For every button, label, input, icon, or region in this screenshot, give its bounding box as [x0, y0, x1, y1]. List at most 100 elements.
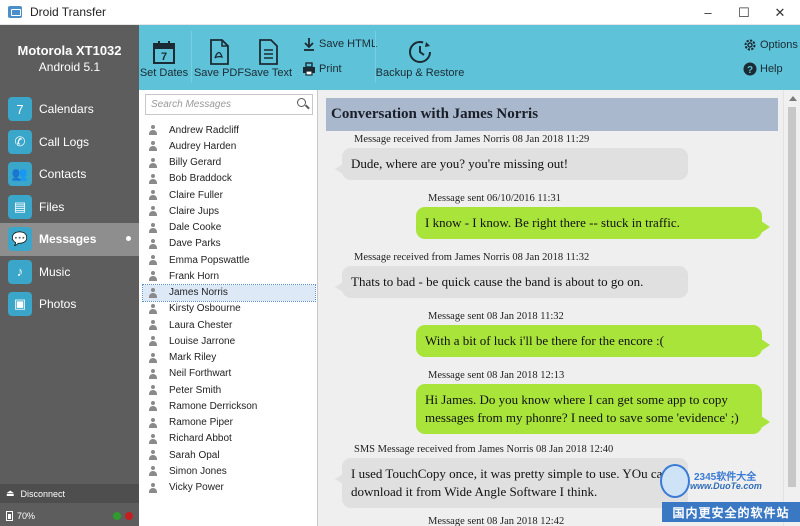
person-icon [149, 466, 157, 477]
contact-item[interactable]: Billy Gerard [143, 155, 315, 171]
contact-item[interactable]: Simon Jones [143, 463, 315, 479]
minimize-button[interactable]: – [690, 0, 726, 25]
help-button[interactable]: ? Help [743, 62, 783, 76]
person-icon [149, 336, 157, 347]
message-meta: Message sent 06/10/2016 11:31 [428, 193, 561, 204]
options-label: Options [760, 39, 798, 51]
contact-item[interactable]: Louise Jarrone [143, 333, 315, 349]
contact-item[interactable]: Ramone Piper [143, 415, 315, 431]
download-icon [302, 37, 316, 51]
contact-item[interactable]: Neil Forthwart [143, 366, 315, 382]
contact-item[interactable]: Sarah Opal [143, 447, 315, 463]
disconnect-button[interactable]: ⏏ Disconnect [0, 484, 139, 503]
sidebar-item-call-logs[interactable]: ✆ Call Logs [0, 126, 139, 159]
contact-name: Laura Chester [169, 319, 233, 331]
contact-item[interactable]: Andrew Radcliff [143, 122, 315, 138]
sidebar-item-messages[interactable]: 💬 Messages [0, 223, 139, 256]
save-html-button[interactable]: Save HTML [302, 37, 377, 51]
person-icon [149, 157, 157, 168]
scrollbar[interactable] [783, 90, 800, 526]
svg-text:?: ? [747, 65, 753, 76]
person-icon [149, 401, 157, 412]
contact-item[interactable]: Mark Riley [143, 350, 315, 366]
conversation-title: Conversation with James Norris [326, 98, 778, 131]
contact-name: Louise Jarrone [169, 335, 236, 347]
battery-label: 70% [17, 510, 36, 521]
battery-icon [6, 510, 13, 521]
toolbar-separator [191, 31, 192, 83]
window-title: Droid Transfer [30, 5, 107, 19]
backup-restore-button[interactable]: Backup & Restore [376, 25, 464, 90]
contact-item[interactable]: Claire Jups [143, 203, 315, 219]
red-status-dot [125, 512, 133, 520]
contact-name: Claire Jups [169, 205, 220, 217]
contact-item[interactable]: Richard Abbot [143, 431, 315, 447]
maximize-button[interactable]: ☐ [726, 0, 762, 25]
message-bubble-sent: I know - I know. Be right there -- stuck… [416, 207, 770, 239]
person-icon [149, 320, 157, 331]
sidebar-item-calendars[interactable]: 7 Calendars [0, 93, 139, 126]
options-button[interactable]: Options [743, 38, 798, 52]
message-bubble-received: I used TouchCopy once, it was pretty sim… [335, 458, 688, 508]
conversation-pane: Conversation with James Norris Message r… [318, 90, 800, 526]
contact-item[interactable]: Emma Popswattle [143, 252, 315, 268]
print-label: Print [319, 63, 342, 75]
sidebar-item-contacts[interactable]: 👥 Contacts [0, 158, 139, 191]
contact-name: Dave Parks [169, 238, 221, 250]
photo-icon: ▣ [8, 292, 32, 317]
sidebar-item-music[interactable]: ♪ Music [0, 256, 139, 289]
sidebar-item-photos[interactable]: ▣ Photos [0, 288, 139, 321]
contact-item[interactable]: Dale Cooke [143, 220, 315, 236]
sidebar-item-label: Photos [39, 297, 77, 312]
sidebar-item-files[interactable]: ▤ Files [0, 191, 139, 224]
contact-name: Bob Braddock [169, 173, 232, 185]
music-note-icon: ♪ [8, 259, 32, 284]
person-icon [149, 303, 157, 314]
person-icon [149, 368, 157, 379]
contact-item[interactable]: Dave Parks [143, 236, 315, 252]
contact-item[interactable]: Laura Chester [143, 317, 315, 333]
close-button[interactable]: ✕ [762, 0, 798, 25]
sidebar-nav: 7 Calendars ✆ Call Logs 👥 Contacts ▤ Fil… [0, 93, 139, 321]
active-indicator-dot [126, 236, 131, 241]
contact-name: Kirsty Osbourne [169, 303, 241, 315]
person-icon [149, 450, 157, 461]
watermark: 2345软件大全 www.DuoTe.com 国内更安全的软件站 [658, 464, 800, 526]
contact-item[interactable]: Claire Fuller [143, 187, 315, 203]
search-input[interactable] [151, 99, 291, 110]
contact-item[interactable]: Bob Braddock [143, 171, 315, 187]
message-meta: Message sent 08 Jan 2018 11:32 [428, 311, 564, 322]
contacts-icon: 👥 [8, 162, 32, 187]
message-bubble-received: Dude, where are you? you're missing out! [335, 148, 688, 180]
scroll-up-arrow-icon[interactable] [789, 96, 797, 101]
message-bubble-received: Thats to bad - be quick cause the band i… [335, 266, 688, 298]
contact-item[interactable]: Ramone Derrickson [143, 398, 315, 414]
contact-item[interactable]: James Norris [142, 283, 316, 302]
print-button[interactable]: Print [302, 62, 342, 76]
printer-icon [302, 62, 316, 76]
contact-name: Mark Riley [169, 352, 217, 364]
contact-name: Claire Fuller [169, 189, 223, 201]
contact-item[interactable]: Audrey Harden [143, 138, 315, 154]
sidebar-item-label: Messages [39, 232, 97, 247]
contact-item[interactable]: Frank Horn [143, 268, 315, 284]
contact-item[interactable]: Vicky Power [143, 480, 315, 496]
contact-name: Audrey Harden [169, 140, 237, 152]
contact-name: Peter Smith [169, 384, 222, 396]
text-file-icon [257, 25, 279, 65]
message-meta: Message sent 08 Jan 2018 12:13 [428, 370, 565, 381]
sidebar-item-label: Contacts [39, 167, 87, 182]
battery-status: 70% [0, 505, 139, 526]
search-icon[interactable] [297, 98, 306, 107]
save-text-button[interactable]: Save Text [244, 25, 292, 90]
contact-name: Billy Gerard [169, 157, 222, 169]
scrollbar-thumb[interactable] [788, 107, 796, 487]
contact-item[interactable]: Peter Smith [143, 382, 315, 398]
sidebar-item-label: Call Logs [39, 134, 90, 149]
phone-icon: ✆ [8, 129, 32, 154]
watermark-banner: 国内更安全的软件站 [662, 502, 800, 522]
contact-item[interactable]: Kirsty Osbourne [143, 301, 315, 317]
save-pdf-button[interactable]: Save PDF [194, 25, 244, 90]
set-dates-button[interactable]: 7 Set Dates [140, 25, 188, 90]
message-meta: SMS Message received from James Norris 0… [354, 444, 614, 455]
